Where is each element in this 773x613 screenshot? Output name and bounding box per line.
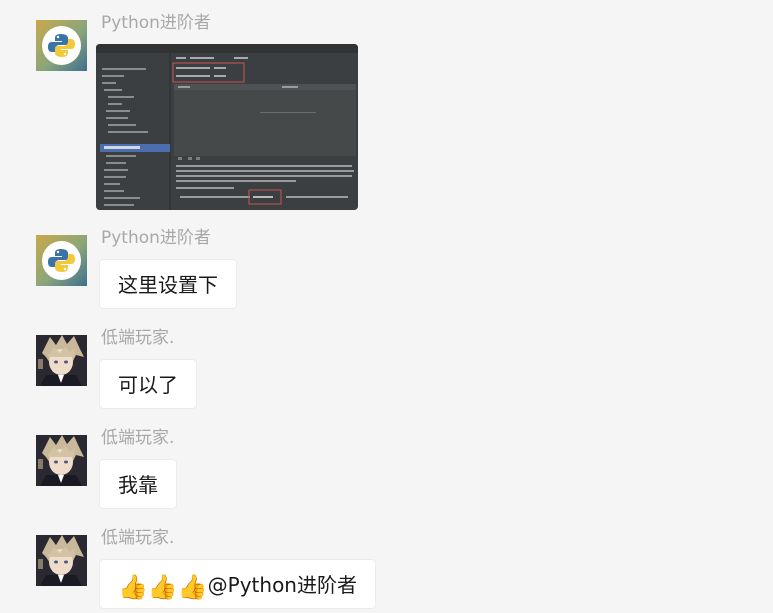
message-bubble[interactable]: 这里设置下	[99, 259, 237, 309]
sender-name: 低端玩家.	[101, 428, 175, 448]
ide-settings-screenshot[interactable]	[96, 44, 358, 210]
anime-avatar-icon	[36, 535, 87, 586]
chat-window: { "messages": [ {"sender": "Python进阶者", …	[0, 0, 773, 613]
sender-name: 低端玩家.	[101, 328, 175, 348]
mention-text: @Python进阶者	[207, 573, 357, 597]
sender-name: 低端玩家.	[101, 528, 175, 548]
avatar-user[interactable]	[36, 535, 87, 586]
avatar-user[interactable]	[36, 335, 87, 386]
sender-name: Python进阶者	[101, 13, 211, 33]
avatar-python[interactable]	[36, 20, 87, 71]
avatar-python[interactable]	[36, 235, 87, 286]
avatar-user[interactable]	[36, 435, 87, 486]
anime-avatar-icon	[36, 435, 87, 486]
message-bubble[interactable]: 我靠	[99, 459, 177, 509]
message-bubble[interactable]: 可以了	[99, 359, 197, 409]
python-logo-icon	[42, 26, 81, 65]
anime-avatar-icon	[36, 335, 87, 386]
thumbs-up-emoji: 👍👍👍	[118, 573, 208, 601]
message-bubble[interactable]: 👍👍👍@Python进阶者	[99, 559, 376, 609]
python-logo-icon	[42, 241, 81, 280]
sender-name: Python进阶者	[101, 228, 211, 248]
